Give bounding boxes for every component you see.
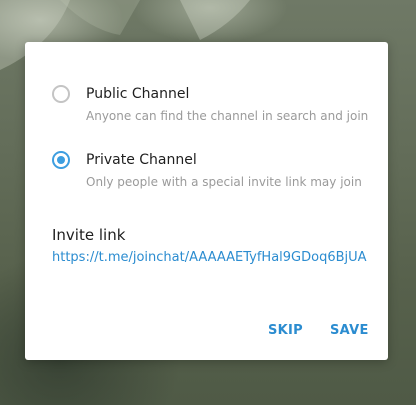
private-channel-title: Private Channel: [86, 152, 197, 168]
invite-link-label: Invite link: [52, 226, 126, 244]
create-channel-dialog: Public Channel Anyone can find the chann…: [25, 42, 388, 360]
private-channel-radio[interactable]: [52, 151, 70, 169]
public-channel-description: Anyone can find the channel in search an…: [86, 109, 369, 123]
save-button[interactable]: SAVE: [330, 323, 369, 338]
invite-link-url[interactable]: https://t.me/joinchat/AAAAAETyfHal9GDoq6…: [52, 248, 370, 267]
skip-button[interactable]: SKIP: [268, 323, 303, 338]
radio-selected-dot: [57, 156, 65, 164]
private-channel-description: Only people with a special invite link m…: [86, 175, 362, 189]
public-channel-radio[interactable]: [52, 85, 70, 103]
public-channel-title: Public Channel: [86, 86, 190, 102]
